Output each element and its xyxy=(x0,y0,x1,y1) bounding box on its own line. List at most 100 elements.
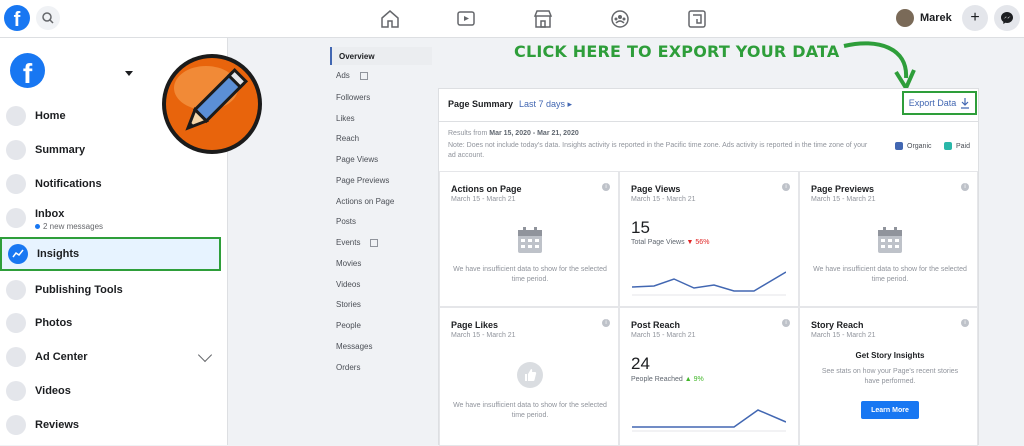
sidebar-item-insights[interactable]: Insights xyxy=(0,237,221,271)
sidebar-item-publishing-tools[interactable]: Publishing Tools xyxy=(0,273,228,307)
subnav-item-videos[interactable]: Videos xyxy=(336,280,360,289)
sidebar-item-label: Inbox xyxy=(35,208,65,220)
divider xyxy=(439,121,978,122)
subnav-item-followers[interactable]: Followers xyxy=(336,93,370,102)
sidebar-item-label: Videos xyxy=(35,385,71,397)
info-icon[interactable]: i xyxy=(961,319,969,327)
top-navigation-bar: f Marek + xyxy=(0,0,1024,38)
info-icon[interactable]: i xyxy=(961,183,969,191)
thumbs-up-icon xyxy=(517,362,543,388)
sidebar-item-notifications[interactable]: Notifications xyxy=(0,167,228,201)
watch-icon[interactable] xyxy=(455,8,477,30)
page-profile-picture[interactable]: f xyxy=(10,53,45,88)
subnav-item-page-previews[interactable]: Page Previews xyxy=(336,176,389,185)
card-date: March 15 - March 21 xyxy=(811,196,876,203)
subnav-item-orders[interactable]: Orders xyxy=(336,363,360,372)
subnav-item-stories[interactable]: Stories xyxy=(336,300,361,309)
videos-icon xyxy=(6,381,26,401)
subnav-item-events[interactable]: Events xyxy=(336,238,379,247)
sidebar-item-videos[interactable]: Videos xyxy=(0,374,228,408)
subnav-item-likes[interactable]: Likes xyxy=(336,114,355,123)
info-icon[interactable]: i xyxy=(602,183,610,191)
inbox-unread-count: 2 new messages xyxy=(35,222,103,231)
info-icon[interactable]: i xyxy=(782,319,790,327)
external-link-icon xyxy=(370,238,379,247)
subnav-item-posts[interactable]: Posts xyxy=(336,217,356,226)
story-insights-heading: Get Story Insights xyxy=(855,351,925,360)
callout-arrow-icon xyxy=(843,41,916,93)
create-button[interactable]: + xyxy=(962,5,988,31)
card-actions-on-page[interactable]: Actions on Page March 15 - March 21 i We… xyxy=(439,171,619,307)
chevron-down-icon[interactable] xyxy=(197,347,213,363)
external-link-icon xyxy=(359,71,368,80)
card-title: Page Likes xyxy=(451,320,499,330)
date-range-dropdown[interactable]: Last 7 days ▸ xyxy=(519,99,572,110)
learn-more-button[interactable]: Learn More xyxy=(861,401,919,419)
card-title: Actions on Page xyxy=(451,184,522,194)
user-name: Marek xyxy=(920,12,952,24)
messenger-button[interactable] xyxy=(994,5,1020,31)
subnav-item-reach[interactable]: Reach xyxy=(336,134,359,143)
legend-organic: Organic xyxy=(895,142,932,150)
megaphone-icon xyxy=(6,347,26,367)
marketplace-icon[interactable] xyxy=(532,8,554,30)
subnav-item-messages[interactable]: Messages xyxy=(336,342,372,351)
export-callout-text: CLICK HERE TO EXPORT YOUR DATA xyxy=(514,42,840,61)
subnav-item-overview[interactable]: Overview xyxy=(330,47,432,65)
page-summary-title: Page Summary xyxy=(448,99,514,109)
publishing-tools-icon xyxy=(6,280,26,300)
plus-icon: + xyxy=(970,9,980,26)
facebook-logo-icon[interactable]: f xyxy=(4,5,30,31)
subnav-item-movies[interactable]: Movies xyxy=(336,259,361,268)
sidebar-item-label: Publishing Tools xyxy=(35,284,123,296)
reviews-icon xyxy=(6,415,26,435)
card-title: Post Reach xyxy=(631,320,681,330)
sidebar-item-label: Reviews xyxy=(35,419,80,431)
subnav-item-actions-on-page[interactable]: Actions on Page xyxy=(336,197,394,206)
subnav-item-page-views[interactable]: Page Views xyxy=(336,155,378,164)
profile-shortcut[interactable]: Marek xyxy=(896,6,952,30)
page-summary-panel: Page Summary Last 7 days ▸ Export Data R… xyxy=(438,88,979,446)
card-date: March 15 - March 21 xyxy=(451,332,516,339)
card-post-reach[interactable]: Post Reach March 15 - March 21 i 24 Peop… xyxy=(619,307,799,446)
card-date: March 15 - March 21 xyxy=(811,332,876,339)
sidebar-item-label: Home xyxy=(35,110,66,122)
sidebar-item-label: Summary xyxy=(35,144,86,156)
avatar xyxy=(896,9,914,27)
info-icon[interactable]: i xyxy=(782,183,790,191)
page-switcher-caret-icon[interactable] xyxy=(125,71,133,76)
info-icon[interactable]: i xyxy=(602,319,610,327)
sidebar-item-label: Notifications xyxy=(35,178,102,190)
subnav-item-people[interactable]: People xyxy=(336,321,361,330)
card-page-views[interactable]: Page Views March 15 - March 21 i 15 Tota… xyxy=(619,171,799,307)
export-data-button[interactable]: Export Data xyxy=(902,91,977,115)
export-data-label: Export Data xyxy=(908,98,957,108)
insufficient-data-text: We have insufficient data to show for th… xyxy=(813,266,967,283)
sidebar-item-label: Ad Center xyxy=(35,351,88,363)
card-date: March 15 - March 21 xyxy=(631,332,696,339)
gaming-icon[interactable] xyxy=(686,8,708,30)
groups-icon[interactable] xyxy=(609,8,631,30)
card-date: March 15 - March 21 xyxy=(451,196,516,203)
page-views-value: 15 xyxy=(631,218,650,237)
sidebar-item-ad-center[interactable]: Ad Center xyxy=(0,340,228,374)
card-story-reach[interactable]: Story Reach March 15 - March 21 i Get St… xyxy=(799,307,978,446)
sidebar-item-photos[interactable]: Photos xyxy=(0,306,228,340)
home-icon[interactable] xyxy=(379,8,401,30)
subnav-item-ads[interactable]: Ads xyxy=(336,71,368,80)
sidebar-item-inbox[interactable]: Inbox 2 new messages xyxy=(0,201,228,235)
card-page-likes[interactable]: Page Likes March 15 - March 21 i We have… xyxy=(439,307,619,446)
summary-icon xyxy=(6,140,26,160)
insufficient-data-text: We have insufficient data to show for th… xyxy=(453,402,607,419)
page-views-sparkline xyxy=(632,271,786,296)
results-range-text: Results from Mar 15, 2020 - Mar 21, 2020 xyxy=(448,130,579,137)
page-sidebar: f Home Summary Notifications Inbox 2 new… xyxy=(0,38,262,445)
post-reach-sparkline xyxy=(632,409,786,432)
post-reach-value: 24 xyxy=(631,354,650,373)
sidebar-item-reviews[interactable]: Reviews xyxy=(0,408,228,442)
insufficient-data-text: We have insufficient data to show for th… xyxy=(453,266,607,283)
search-button[interactable] xyxy=(36,6,60,30)
card-title: Story Reach xyxy=(811,320,864,330)
card-page-previews[interactable]: Page Previews March 15 - March 21 i We h… xyxy=(799,171,978,307)
pencil-badge-icon xyxy=(162,54,262,154)
